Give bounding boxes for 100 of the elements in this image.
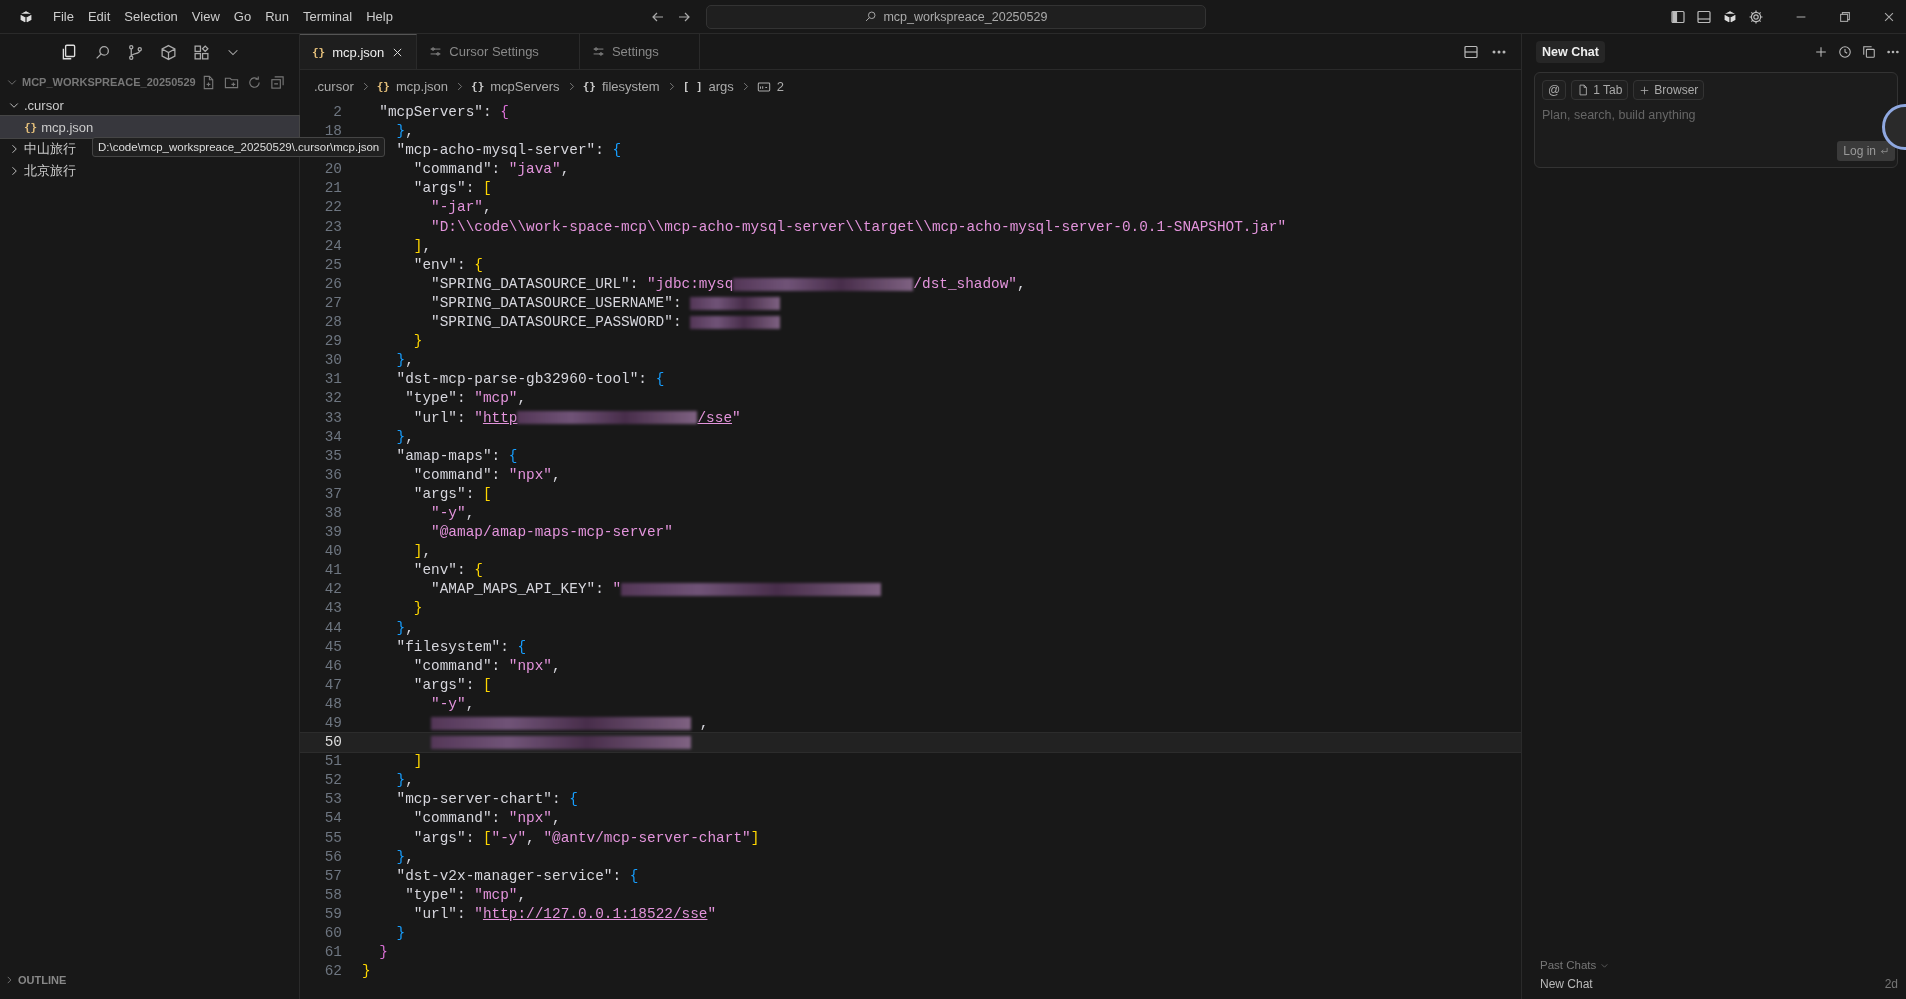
past-chats-toggle[interactable]: Past Chats — [1540, 959, 1597, 971]
line-number: 2 — [332, 103, 342, 122]
new-file-icon[interactable] — [201, 74, 216, 90]
code-line: "command": "npx", — [412, 656, 561, 676]
menu-item[interactable]: View — [184, 6, 227, 27]
line-number: 40 — [323, 542, 342, 562]
line-number: 39 — [323, 523, 342, 543]
code-line: "dst-mcp-parse-gb32960-tool": { — [395, 370, 665, 390]
code-line: "SPRING_DATASOURCE_URL": "jdbc:mysq /dst_shadow", — [430, 274, 1026, 294]
search-icon[interactable] — [94, 43, 111, 61]
explorer-json-entry[interactable]: {} mcp.json — [0, 116, 299, 138]
breadcrumb-item[interactable]: mcpServers — [490, 79, 560, 94]
code-line: "type": "mcp", — [404, 389, 527, 409]
code-line: "env": { — [412, 255, 483, 275]
file-icon — [1577, 84, 1590, 96]
settings-sliders-icon — [591, 45, 605, 58]
line-number: 28 — [323, 313, 342, 333]
code-line: }, — [395, 618, 414, 638]
code-line: "args": [ — [412, 179, 492, 199]
workspace-title: MCP_WORKSPREACE_20250529 — [22, 76, 197, 88]
code-line: "mcp-server-chart": { — [395, 790, 578, 810]
code-line: } — [362, 962, 371, 982]
files-icon[interactable] — [60, 43, 78, 61]
section-header[interactable]: OUTLINE — [18, 974, 67, 986]
context-chip[interactable]: 1 Tab — [1571, 80, 1629, 100]
breadcrumb-item[interactable]: mcp.json — [396, 79, 448, 94]
line-number: 48 — [323, 694, 342, 714]
context-chip[interactable]: Browser — [1633, 80, 1705, 100]
menu-item[interactable]: Edit — [80, 6, 118, 27]
extensions-icon[interactable] — [160, 43, 177, 61]
menu-item[interactable]: Help — [359, 6, 400, 27]
menu-item[interactable]: Go — [226, 6, 259, 27]
code-line: "args": ["-y", "@antv/mcp-server-chart"] — [412, 828, 760, 848]
code-line: }, — [395, 351, 414, 371]
breadcrumb-item[interactable]: 2 — [776, 79, 785, 94]
code-line: "env": { — [412, 561, 483, 581]
code-line: ], — [412, 542, 432, 562]
source-control-icon[interactable] — [127, 43, 144, 61]
line-number: 53 — [323, 790, 342, 810]
line-number: 43 — [323, 599, 342, 619]
toggle-panel-icon[interactable] — [1696, 8, 1712, 25]
folder-item[interactable]: .cursor — [0, 94, 299, 116]
toggle-sidebar-icon[interactable] — [1670, 8, 1686, 25]
mention-button[interactable]: @ — [1542, 80, 1567, 100]
refresh-icon[interactable] — [247, 74, 262, 90]
code-line: "SPRING_DATASOURCE_PASSWORD": — [362, 313, 781, 333]
chat-input-field[interactable]: Plan, search, build anything — [1542, 108, 1842, 122]
code-line: "command": "npx", — [412, 809, 561, 829]
split-editor-icon[interactable] — [1463, 43, 1479, 60]
line-number: 56 — [323, 847, 342, 867]
line-number: 36 — [323, 465, 342, 485]
line-number: 23 — [323, 217, 342, 237]
code-line: } — [412, 599, 423, 619]
json-file-icon: {} — [312, 45, 326, 59]
collapse-all-icon[interactable] — [270, 74, 285, 90]
breadcrumb-item[interactable]: args — [708, 79, 734, 94]
command-center-field[interactable]: mcp_workspreace_20250529 — [705, 4, 1206, 29]
restore-icon[interactable] — [1838, 9, 1852, 24]
settings-icon[interactable] — [1748, 8, 1764, 25]
code-line: "SPRING_DATASOURCE_USERNAME": — [362, 293, 781, 314]
editor-tab[interactable]: Settings — [579, 34, 700, 69]
code-line: } — [395, 924, 406, 944]
line-number: 45 — [323, 637, 342, 657]
cube-logo-icon — [18, 8, 34, 25]
folder-item[interactable]: 北京旅行 — [0, 160, 299, 182]
code-line: ], — [412, 236, 432, 256]
menu-item[interactable]: Terminal — [296, 6, 360, 27]
chevron-right-icon[interactable] — [4, 975, 14, 985]
menu-item[interactable]: Run — [258, 6, 296, 27]
code-line: "args": [ — [412, 484, 492, 504]
line-number: 38 — [323, 503, 342, 523]
login-button[interactable]: Log in — [1837, 141, 1895, 161]
editor-tab[interactable]: {} mcp.json — [300, 34, 418, 69]
line-number: 61 — [323, 943, 342, 963]
line-number: 35 — [323, 446, 342, 466]
breadcrumb-item[interactable]: .cursor — [314, 79, 354, 94]
code-line: }, — [395, 427, 414, 447]
chat-history-item[interactable]: New Chat — [1540, 977, 1593, 991]
plus-icon[interactable] — [1814, 45, 1828, 59]
code-line: "-y", — [430, 694, 475, 714]
line-number: 41 — [323, 561, 342, 581]
editor-tab[interactable]: Cursor Settings — [417, 34, 580, 69]
history-icon[interactable] — [1838, 45, 1852, 59]
line-number: 62 — [323, 962, 342, 982]
chat-tab[interactable]: New Chat — [1536, 41, 1605, 63]
code-line: } — [412, 332, 423, 352]
code-line: } — [378, 943, 388, 963]
array-icon: [ ] — [682, 80, 703, 93]
copy-icon[interactable] — [1862, 45, 1876, 59]
chat-age: 2d — [1884, 977, 1898, 991]
enter-icon — [1879, 146, 1889, 156]
breadcrumb-item[interactable]: filesystem — [601, 79, 660, 94]
menu-item[interactable]: File — [46, 6, 81, 27]
line-number: 49 — [323, 714, 342, 733]
line-number: 58 — [323, 885, 342, 905]
menu-item[interactable]: Selection — [117, 6, 185, 27]
grid-icon[interactable] — [193, 43, 210, 61]
cube-icon[interactable] — [1722, 8, 1738, 25]
code-line: "amap-maps": { — [395, 446, 518, 466]
line-number: 52 — [323, 771, 342, 791]
